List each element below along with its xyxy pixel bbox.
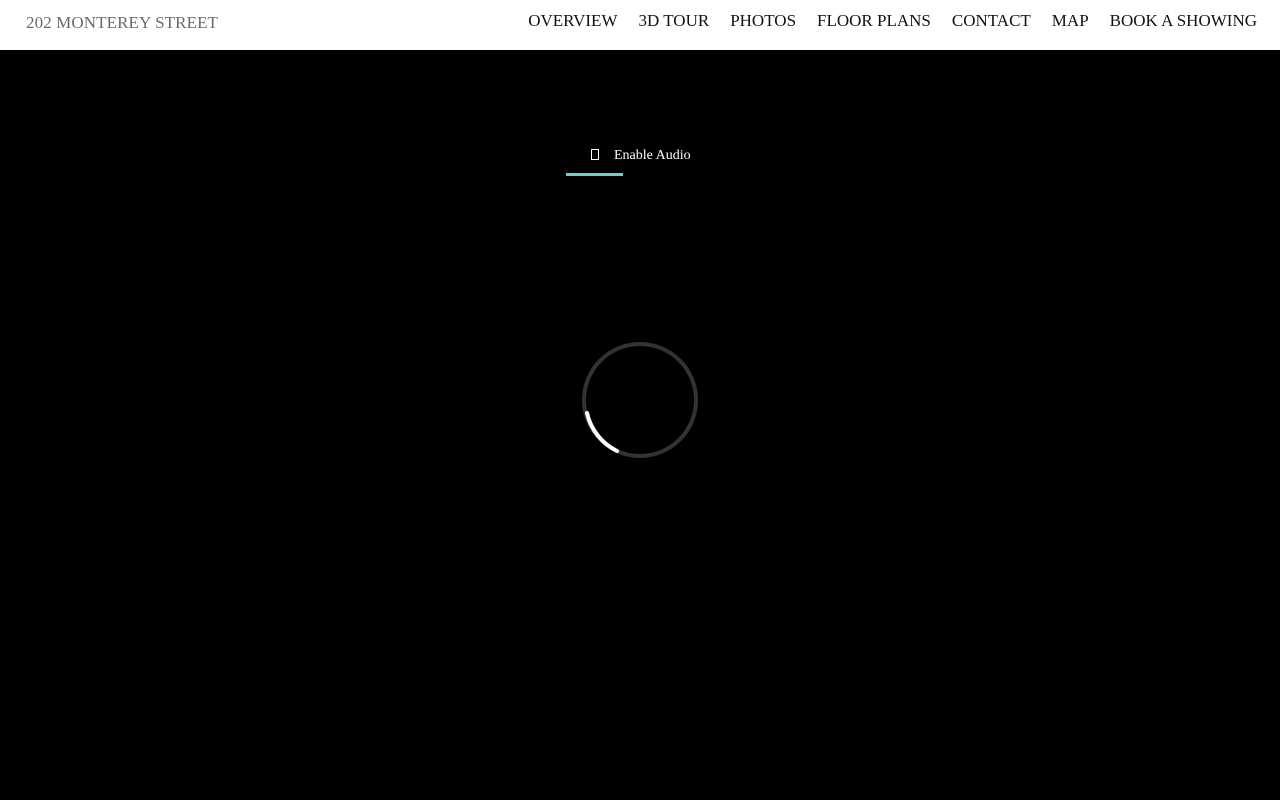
3d-tour-viewer[interactable]: Enable Audio xyxy=(0,50,1280,800)
spinner-arc xyxy=(585,411,619,453)
nav-link-map[interactable]: MAP xyxy=(1052,11,1089,31)
nav-link-overview[interactable]: OVERVIEW xyxy=(528,11,617,31)
nav-link-photos[interactable]: PHOTOS xyxy=(730,11,796,31)
nav-link-floor-plans[interactable]: FLOOR PLANS xyxy=(817,11,931,31)
speaker-icon xyxy=(591,149,599,160)
audio-button-underline xyxy=(566,173,623,176)
site-title-link[interactable]: 202 MONTEREY STREET xyxy=(26,13,218,33)
enable-audio-button[interactable]: Enable Audio xyxy=(566,142,706,176)
top-navigation-bar: 202 MONTEREY STREET OVERVIEW 3D TOUR PHO… xyxy=(0,0,1280,50)
nav-link-book-a-showing[interactable]: BOOK A SHOWING xyxy=(1110,11,1257,31)
enable-audio-label: Enable Audio xyxy=(614,148,691,163)
nav-link-3d-tour[interactable]: 3D TOUR xyxy=(639,11,710,31)
nav-link-contact[interactable]: CONTACT xyxy=(952,11,1031,31)
loading-spinner-icon xyxy=(582,342,698,458)
main-nav: OVERVIEW 3D TOUR PHOTOS FLOOR PLANS CONT… xyxy=(507,11,1257,31)
